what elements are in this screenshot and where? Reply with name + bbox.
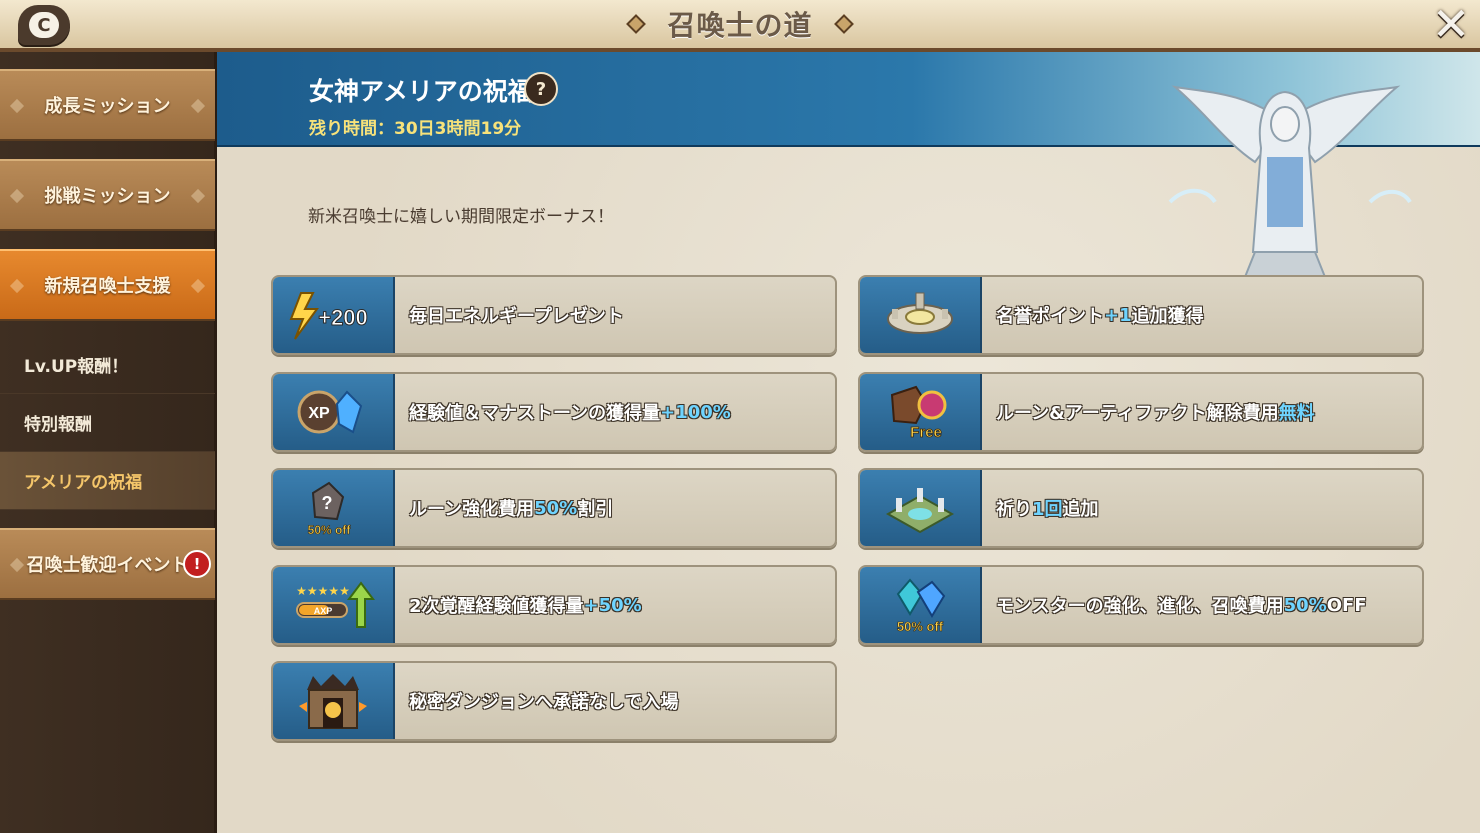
bonus-text: 毎日エネルギープレゼント — [409, 306, 624, 327]
icon-caption: +200 — [318, 305, 368, 330]
bonus-text: 祈り 1回 追加 — [996, 499, 1099, 520]
diamond-ornament-icon — [9, 98, 25, 114]
svg-text:★★★★★: ★★★★★ — [296, 584, 350, 598]
alert-badge: ! — [183, 550, 211, 578]
rune-discount-icon: ? 50% off — [273, 470, 395, 546]
tab-new-summoner-support[interactable]: 新規召喚士支援 — [0, 249, 215, 321]
bonus-card: +200 毎日エネルギープレゼント — [271, 275, 837, 355]
bonus-card: 50% off モンスターの強化、進化、召喚費用 50% OFF — [858, 565, 1424, 645]
tab-label: 成長ミッション — [44, 96, 171, 117]
awaken-xp-icon: ★★★★★ AXP — [273, 567, 395, 643]
tab-growth-missions[interactable]: 成長ミッション — [0, 69, 215, 141]
icon-caption: Free — [910, 424, 942, 441]
bonus-text: 2次覚醒経験値獲得量 +50% — [409, 594, 642, 618]
sidebar-item-label: アメリアの祝福 — [24, 473, 143, 493]
bonus-text: 秘密ダンジョンへ承諾なしで入場 — [409, 692, 679, 713]
help-icon[interactable]: ? — [524, 72, 558, 106]
diamond-ornament-icon — [9, 278, 25, 294]
bonus-text: 名誉ポイント +1 追加獲得 — [996, 304, 1204, 328]
bonus-text: ルーン強化費用 50% 割引 — [409, 497, 614, 521]
diamond-ornament-icon — [190, 188, 206, 204]
icon-caption: 50% off — [897, 619, 944, 634]
tab-challenge-missions[interactable]: 挑戦ミッション — [0, 159, 215, 231]
icon-caption: XP — [308, 405, 330, 422]
bonus-card: 名誉ポイント +1 追加獲得 — [858, 275, 1424, 355]
close-button[interactable]: ✕ — [1430, 1, 1472, 47]
page-title: 女神アメリアの祝福 — [309, 77, 533, 106]
bonus-text: モンスターの強化、進化、召喚費用 50% OFF — [996, 594, 1367, 618]
bonus-card: ★★★★★ AXP 2次覚醒経験値獲得量 +50% — [271, 565, 837, 645]
diamond-ornament-icon — [190, 278, 206, 294]
honor-arena-icon — [860, 277, 982, 353]
bonus-card: 祈り 1回 追加 — [858, 468, 1424, 548]
diamond-ornament-icon — [626, 14, 647, 34]
sidebar-item-label: Lv.UP報酬！ — [24, 357, 129, 377]
main-panel: 女神アメリアの祝福 ? 残り時間：30日3時間19分 新米召喚士に嬉しい期間限定… — [217, 52, 1480, 833]
remaining-time: 残り時間：30日3時間19分 — [309, 119, 522, 139]
diamond-ornament-icon — [9, 188, 25, 204]
bonus-text: ルーン&アーティファクト解除費用 無料 — [996, 403, 1315, 424]
energy-icon: +200 — [273, 277, 395, 353]
bonus-card: Free ルーン&アーティファクト解除費用 無料 — [858, 372, 1424, 452]
sidebar-item-special-reward[interactable]: 特別報酬 — [0, 394, 215, 452]
bonus-description: 新米召喚士に嬉しい期間限定ボーナス！ — [308, 207, 614, 227]
top-bar: C 召喚士の道 ✕ — [0, 0, 1480, 52]
diamond-ornament-icon — [9, 557, 25, 573]
sidebar: 成長ミッション 挑戦ミッション 新規召喚士支援 Lv.UP報酬！ 特別報酬 アメ… — [0, 52, 217, 833]
secret-dungeon-icon — [273, 663, 395, 739]
goddess-amelia-statue-icon — [1168, 85, 1412, 277]
bonus-card: ? 50% off ルーン強化費用 50% 割引 — [271, 468, 837, 548]
window-title: 召喚士の道 — [667, 9, 813, 42]
sidebar-item-levelup-reward[interactable]: Lv.UP報酬！ — [0, 336, 215, 394]
altar-icon — [860, 470, 982, 546]
tab-welcome-event[interactable]: 召喚士歓迎イベント ! — [0, 528, 215, 600]
diamond-ornament-icon — [833, 14, 854, 34]
bonus-text: 経験値＆マナストーンの獲得量 +100% — [409, 401, 731, 425]
bonus-card: XP 経験値＆マナストーンの獲得量 +100% — [271, 372, 837, 452]
tab-label: 召喚士歓迎イベント — [26, 555, 189, 576]
tab-label: 新規召喚士支援 — [44, 276, 171, 297]
crystal-discount-icon: 50% off — [860, 567, 982, 643]
xp-crystal-icon: XP — [273, 374, 395, 450]
icon-caption: 50% off — [308, 523, 352, 537]
icon-caption: AXP — [314, 606, 333, 616]
title-wrap: 召喚士の道 — [620, 4, 860, 44]
diamond-ornament-icon — [190, 98, 206, 114]
bonus-card: 秘密ダンジョンへ承諾なしで入場 — [271, 661, 837, 741]
sidebar-item-amelia-blessing[interactable]: アメリアの祝福 — [0, 452, 215, 510]
chat-button[interactable]: C — [18, 5, 70, 45]
rune-free-icon: Free — [860, 374, 982, 450]
svg-text:?: ? — [322, 493, 333, 513]
chat-icon: C — [29, 12, 59, 38]
tab-label: 挑戦ミッション — [44, 186, 171, 207]
sidebar-item-label: 特別報酬 — [24, 415, 92, 435]
